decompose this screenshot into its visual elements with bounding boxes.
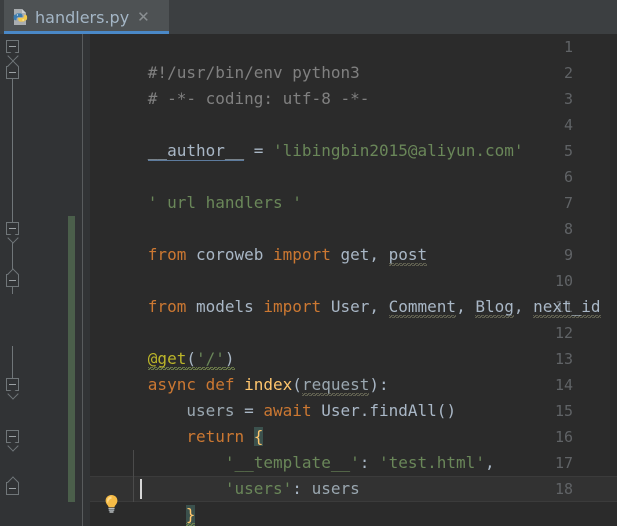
line-number: 8	[563, 220, 573, 238]
editor-tab-bar: handlers.py ✕	[0, 0, 617, 34]
colon-token: :	[359, 453, 379, 472]
code-line-16: '__template__': 'test.html',	[90, 424, 495, 472]
operator-token: =	[244, 141, 274, 160]
fold-marker-line-15[interactable]	[6, 430, 19, 443]
keyword-await-token: await	[263, 401, 312, 420]
code-line-10: from models import User, Comment, Blog, …	[90, 268, 601, 318]
vcs-change-marker[interactable]	[68, 216, 75, 502]
unused-import-token: post	[388, 245, 428, 266]
fold-marker-line-1[interactable]	[6, 40, 19, 53]
code-line-18: }	[128, 476, 196, 526]
imported-names-token: get,	[330, 245, 389, 264]
line-number: 4	[563, 116, 573, 134]
comma-token: ,	[484, 453, 495, 472]
line-number: 16	[554, 428, 573, 446]
fold-marker-line-18[interactable]	[6, 482, 19, 495]
line-number: 12	[554, 324, 573, 342]
editor-tab-label: handlers.py	[35, 7, 130, 27]
dict-value-token: users	[311, 479, 360, 498]
keyword-import-token: import	[263, 297, 322, 316]
line-number: 14	[554, 376, 573, 394]
code-line-14: users = await User.findAll()	[90, 372, 456, 420]
keyword-import-token: import	[273, 245, 331, 264]
keyword-from-token: from	[147, 297, 187, 316]
text-caret	[140, 479, 142, 499]
fold-marker-line-10[interactable]	[6, 274, 19, 287]
python-file-icon	[12, 8, 29, 27]
line-number: 5	[563, 142, 573, 160]
fold-marker-line-13[interactable]	[6, 378, 19, 391]
line-number: 1	[563, 38, 573, 56]
string-token: 'libingbin2015@aliyun.com'	[273, 141, 524, 160]
unused-import-token: Comment	[388, 297, 457, 318]
fold-gutter-separator	[82, 34, 83, 526]
call-expression-token: User.findAll()	[311, 401, 457, 420]
author-variable-token: __author__	[147, 141, 245, 161]
line-number: 2	[563, 64, 573, 82]
fold-marker-line-8[interactable]	[6, 222, 19, 235]
code-line-6: ' url handlers '	[90, 164, 302, 212]
imported-names-token: User,	[321, 297, 389, 316]
line-number: 15	[554, 402, 573, 420]
line-number: 7	[563, 194, 573, 212]
fold-region-line	[12, 96, 13, 224]
close-icon[interactable]: ✕	[137, 9, 150, 25]
line-number: 6	[563, 168, 573, 186]
code-line-13: async def index(request):	[90, 346, 389, 396]
code-line-15: return {	[90, 398, 264, 446]
module-name-token: models	[186, 297, 264, 316]
comment-token: # -*- coding: utf-8 -*-	[147, 89, 370, 108]
module-name-token: coroweb	[186, 245, 274, 264]
unused-import-token: next_id	[533, 297, 601, 318]
line-number: 13	[554, 350, 573, 368]
matching-brace-close: }	[185, 505, 196, 526]
editor-tab-handlers-py[interactable]: handlers.py ✕	[4, 0, 169, 34]
line-number: 18	[554, 480, 573, 498]
dict-value-token: 'test.html'	[378, 453, 485, 472]
docstring-token: ' url handlers '	[147, 193, 302, 212]
separator-token: ,	[456, 297, 476, 316]
line-number: 9	[563, 246, 573, 264]
keyword-from-token: from	[147, 245, 187, 264]
code-line-4: __author__ = 'libingbin2015@aliyun.com'	[90, 112, 523, 161]
fold-marker-line-2[interactable]	[6, 66, 19, 79]
code-line-17: 'users': users	[90, 450, 360, 498]
line-number: 3	[563, 90, 573, 108]
separator-token: ,	[513, 297, 534, 316]
unused-import-token: Blog	[475, 297, 514, 318]
ide-window: handlers.py ✕ 1 2 3 4 5 6 7 8 9 10 11 12…	[0, 0, 617, 526]
code-line-12: @get('/')	[90, 320, 235, 370]
code-line-8: from coroweb import get, post	[90, 216, 428, 266]
code-editor[interactable]: 1 2 3 4 5 6 7 8 9 10 11 12 13 14 15 16 1…	[0, 34, 617, 526]
colon-token: :	[292, 479, 312, 498]
line-number: 17	[554, 454, 573, 472]
code-line-2: # -*- coding: utf-8 -*-	[90, 60, 370, 108]
code-line-1: #!/usr/bin/env python3	[90, 34, 360, 82]
